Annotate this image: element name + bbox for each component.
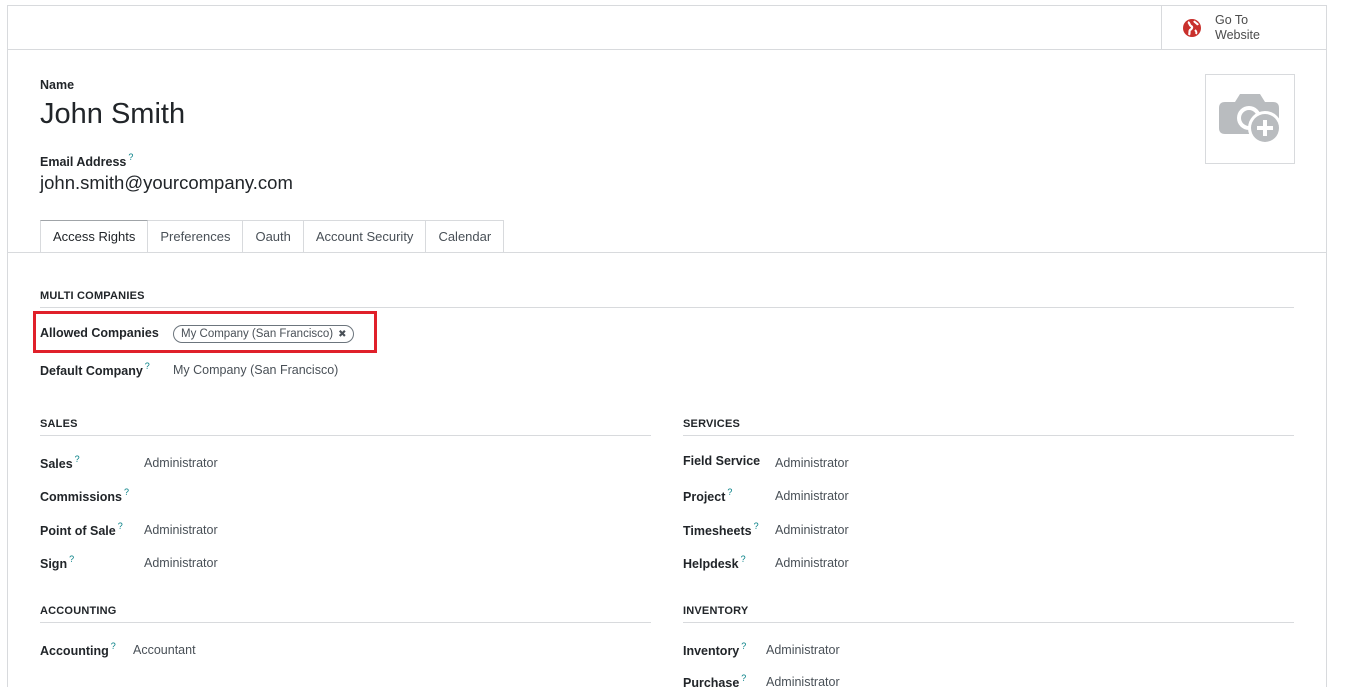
- commissions-label: Commissions?: [40, 487, 129, 504]
- sign-label: Sign?: [40, 554, 74, 571]
- help-icon[interactable]: ?: [741, 554, 746, 564]
- project-label: Project?: [683, 487, 732, 504]
- help-icon[interactable]: ?: [75, 454, 80, 464]
- notebook-tabs: Access Rights Preferences Oauth Account …: [40, 220, 504, 253]
- purchase-label: Purchase?: [683, 673, 746, 687]
- tab-access-rights[interactable]: Access Rights: [40, 220, 148, 253]
- tab-oauth[interactable]: Oauth: [243, 220, 303, 253]
- inventory-label-text: Inventory: [683, 644, 739, 658]
- services-title: SERVICES: [683, 418, 1294, 436]
- email-label-text: Email Address: [40, 155, 126, 169]
- purchase-field[interactable]: Administrator: [766, 675, 840, 687]
- sign-label-text: Sign: [40, 557, 67, 571]
- help-icon[interactable]: ?: [741, 673, 746, 683]
- default-company-field[interactable]: My Company (San Francisco): [173, 363, 338, 377]
- name-field[interactable]: John Smith: [40, 98, 185, 131]
- email-label: Email Address?: [40, 152, 133, 169]
- sign-field[interactable]: Administrator: [144, 556, 218, 570]
- help-icon[interactable]: ?: [111, 641, 116, 651]
- field-service-field[interactable]: Administrator: [775, 456, 849, 470]
- sales-label: Sales?: [40, 454, 80, 471]
- sales-field[interactable]: Administrator: [144, 456, 218, 470]
- allowed-companies-label: Allowed Companies: [40, 326, 159, 340]
- point-of-sale-label: Point of Sale?: [40, 521, 123, 538]
- accounting-field[interactable]: Accountant: [133, 643, 196, 657]
- timesheets-label-text: Timesheets: [683, 524, 752, 538]
- inventory-title: INVENTORY: [683, 605, 1294, 623]
- tab-account-security[interactable]: Account Security: [304, 220, 427, 253]
- default-company-label-text: Default Company: [40, 364, 143, 378]
- project-label-text: Project: [683, 490, 725, 504]
- helpdesk-label-text: Helpdesk: [683, 557, 739, 571]
- default-company-label: Default Company?: [40, 361, 150, 378]
- point-of-sale-label-text: Point of Sale: [40, 524, 116, 538]
- helpdesk-label: Helpdesk?: [683, 554, 746, 571]
- sales-label-text: Sales: [40, 457, 73, 471]
- avatar-upload[interactable]: [1205, 74, 1295, 164]
- help-icon[interactable]: ?: [741, 641, 746, 651]
- go-to-website-label: Go To Website: [1215, 13, 1275, 43]
- help-icon[interactable]: ?: [128, 152, 133, 162]
- sales-title: SALES: [40, 418, 651, 436]
- name-label: Name: [40, 78, 74, 92]
- timesheets-label: Timesheets?: [683, 521, 759, 538]
- timesheets-field[interactable]: Administrator: [775, 523, 849, 537]
- project-field[interactable]: Administrator: [775, 489, 849, 503]
- allowed-company-tag: My Company (San Francisco) ✖: [173, 325, 354, 343]
- inventory-label: Inventory?: [683, 641, 746, 658]
- allowed-company-tag-label: My Company (San Francisco): [181, 328, 333, 340]
- form-sheet: Go To Website Name John Smith Email Addr…: [7, 5, 1327, 687]
- help-icon[interactable]: ?: [69, 554, 74, 564]
- tab-preferences[interactable]: Preferences: [148, 220, 243, 253]
- help-icon[interactable]: ?: [754, 521, 759, 531]
- email-field[interactable]: john.smith@yourcompany.com: [40, 172, 293, 194]
- close-icon[interactable]: ✖: [338, 329, 346, 340]
- accounting-label: Accounting?: [40, 641, 116, 658]
- accounting-title: ACCOUNTING: [40, 605, 651, 623]
- tab-calendar[interactable]: Calendar: [426, 220, 504, 253]
- button-box: Go To Website: [8, 6, 1326, 50]
- help-icon[interactable]: ?: [145, 361, 150, 371]
- field-service-label: Field Service: [683, 454, 760, 468]
- camera-plus-icon: [1215, 86, 1285, 153]
- tabs-divider: [8, 252, 1326, 253]
- point-of-sale-field[interactable]: Administrator: [144, 523, 218, 537]
- globe-icon: [1182, 18, 1202, 38]
- help-icon[interactable]: ?: [118, 521, 123, 531]
- purchase-label-text: Purchase: [683, 676, 739, 687]
- help-icon[interactable]: ?: [727, 487, 732, 497]
- accounting-label-text: Accounting: [40, 644, 109, 658]
- multi-companies-title: MULTI COMPANIES: [40, 290, 1294, 308]
- commissions-label-text: Commissions: [40, 490, 122, 504]
- inventory-field[interactable]: Administrator: [766, 643, 840, 657]
- helpdesk-field[interactable]: Administrator: [775, 556, 849, 570]
- help-icon[interactable]: ?: [124, 487, 129, 497]
- go-to-website-button[interactable]: Go To Website: [1161, 6, 1326, 49]
